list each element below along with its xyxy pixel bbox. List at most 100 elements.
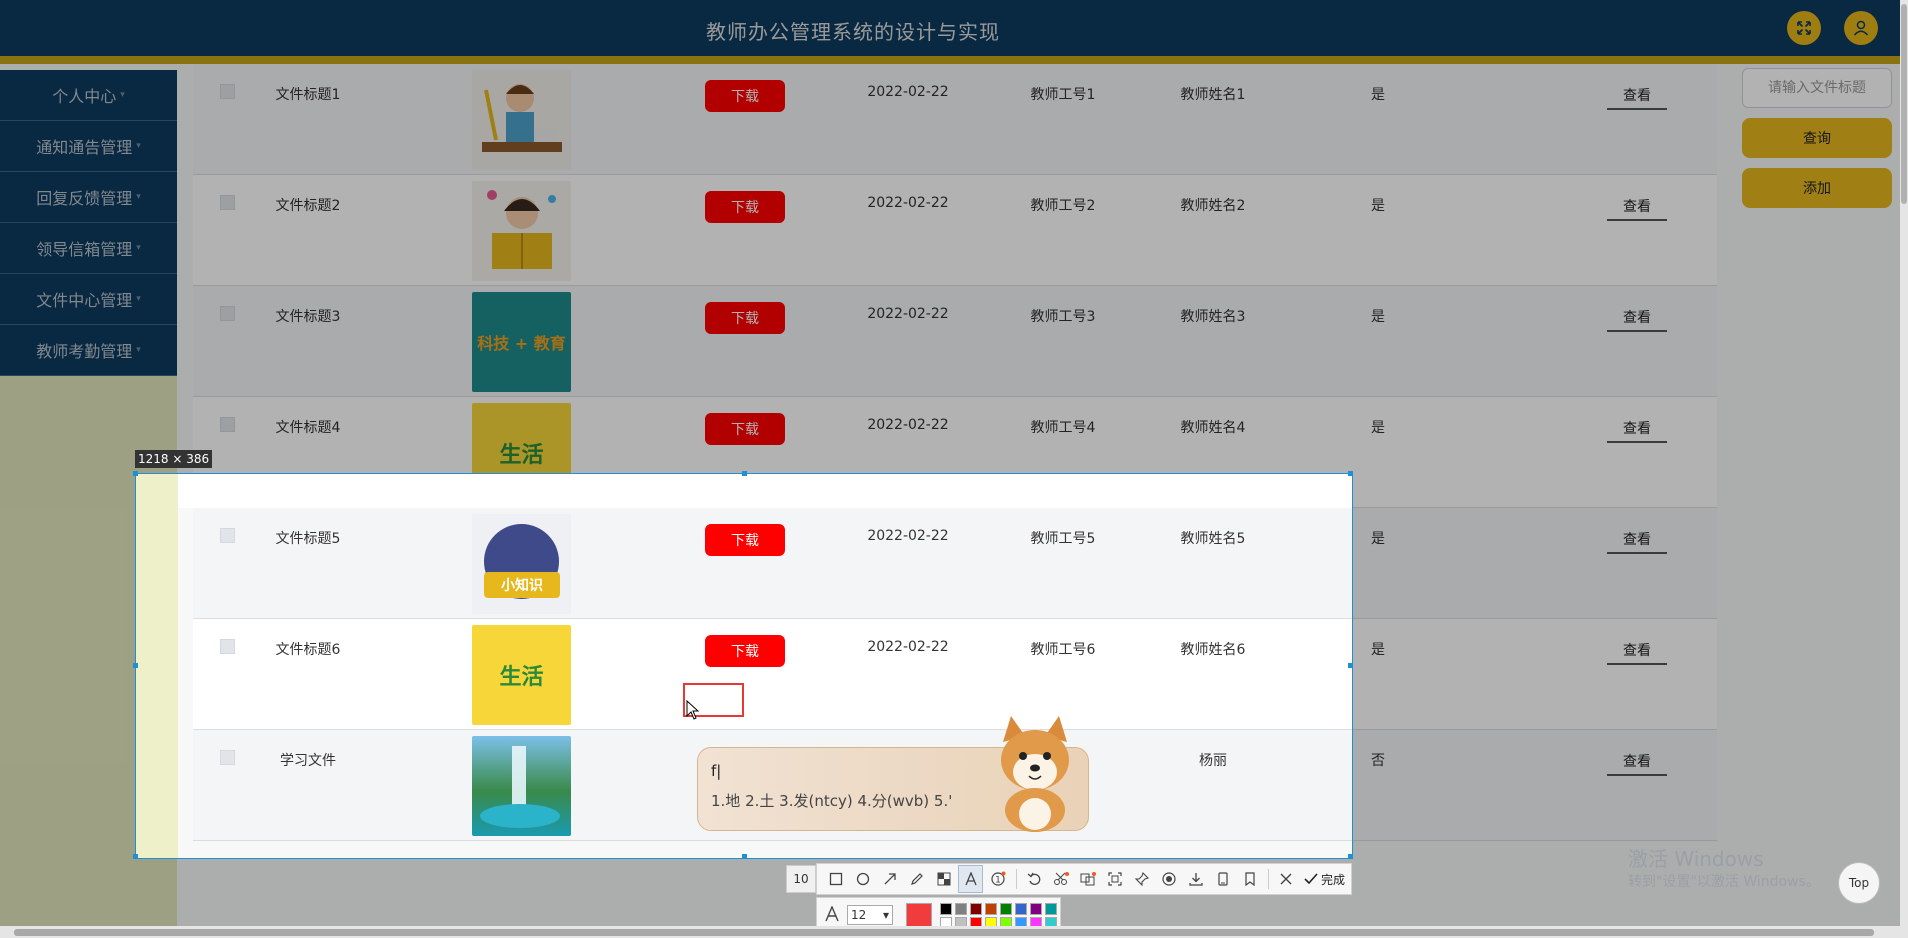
flag-value: 是: [1371, 87, 1385, 103]
file-title: 文件标题5: [275, 531, 341, 547]
row-checkbox[interactable]: [220, 528, 235, 543]
close-icon[interactable]: [1273, 865, 1298, 893]
number-marker-icon[interactable]: 1: [985, 865, 1010, 893]
user-icon[interactable]: [1844, 11, 1878, 45]
color-swatch[interactable]: [940, 903, 952, 915]
font-icon: [825, 905, 839, 926]
row-checkbox[interactable]: [220, 639, 235, 654]
teacher-id: 教师工号3: [1030, 309, 1096, 325]
rectangle-tool-icon[interactable]: [823, 865, 848, 893]
ocr-icon[interactable]: [1102, 865, 1127, 893]
query-button[interactable]: 查询: [1742, 118, 1892, 158]
mosaic-tool-icon[interactable]: [931, 865, 956, 893]
file-title: 文件标题4: [275, 420, 341, 436]
chevron-down-icon: ▾: [882, 908, 889, 922]
teacher-name: 教师姓名1: [1180, 87, 1246, 103]
view-button[interactable]: 查看: [1607, 526, 1667, 554]
file-title: 文件标题3: [275, 309, 341, 325]
vertical-scrollbar-thumb[interactable]: [1901, 4, 1907, 204]
shiba-dog-skin-icon: [985, 712, 1085, 832]
view-button[interactable]: 查看: [1607, 748, 1667, 776]
download-button[interactable]: 下载: [705, 413, 785, 445]
color-swatch[interactable]: [1015, 903, 1027, 915]
chevron-down-icon: ▾: [120, 90, 125, 100]
view-button[interactable]: 查看: [1607, 193, 1667, 221]
pin-icon[interactable]: [1129, 865, 1154, 893]
download-button[interactable]: 下载: [705, 524, 785, 556]
color-swatch[interactable]: [1030, 903, 1042, 915]
chevron-down-icon: ▾: [136, 192, 141, 202]
view-button[interactable]: 查看: [1607, 82, 1667, 110]
sidebar-item-files[interactable]: 文件中心管理 ▾: [0, 274, 177, 325]
color-swatch[interactable]: [985, 903, 997, 915]
color-swatch[interactable]: [970, 903, 982, 915]
capture-blank-band: [178, 474, 1352, 508]
file-title: 文件标题1: [275, 87, 341, 103]
row-checkbox[interactable]: [220, 750, 235, 765]
color-swatch[interactable]: [1045, 903, 1057, 915]
back-to-top-button[interactable]: Top: [1838, 862, 1880, 904]
font-size-select[interactable]: 12 ▾: [847, 905, 893, 925]
ime-candidate-list[interactable]: 1.地 2.土 3.发(ntcy) 4.分(wvb) 5.': [711, 790, 952, 811]
view-button[interactable]: 查看: [1607, 415, 1667, 443]
expand-icon[interactable]: [1787, 11, 1821, 45]
file-thumbnail: 生活: [472, 625, 571, 725]
horizontal-scrollbar-thumb[interactable]: [14, 929, 1874, 936]
file-table: 文件标题1 下载 2022-02-22 教师工号1 教师姓名1 是 查看 文件标…: [193, 64, 1717, 841]
sidebar: 个人中心 ▾ 通知通告管理 ▾ 回复反馈管理 ▾ 领导信箱管理 ▾ 文件中心管理 ▾ 教师…: [0, 70, 177, 376]
table-row: 文件标题3 科技 + 教育 下载 2022-02-22 教师工号3 教师姓名3 …: [193, 286, 1717, 397]
sidebar-item-personal-center[interactable]: 个人中心 ▾: [0, 70, 177, 121]
scissors-icon[interactable]: [1048, 865, 1073, 893]
windows-activation-subtitle: 转到"设置"以激活 Windows。: [1628, 874, 1820, 890]
row-checkbox[interactable]: [220, 84, 235, 99]
color-swatch[interactable]: [955, 903, 967, 915]
teacher-name: 教师姓名5: [1180, 531, 1246, 547]
app-title: 教师办公管理系统的设计与实现: [706, 20, 1000, 44]
capture-sidebar-strip: [136, 474, 178, 858]
download-button[interactable]: 下载: [705, 191, 785, 223]
file-thumbnail: [472, 736, 571, 836]
download-button[interactable]: 下载: [705, 302, 785, 334]
add-button[interactable]: 添加: [1742, 168, 1892, 208]
sidebar-item-mailbox[interactable]: 领导信箱管理 ▾: [0, 223, 177, 274]
view-button[interactable]: 查看: [1607, 304, 1667, 332]
resize-handle[interactable]: [1348, 854, 1353, 859]
arrow-tool-icon[interactable]: [877, 865, 902, 893]
translate-icon[interactable]: [1075, 865, 1100, 893]
undo-icon[interactable]: [1021, 865, 1046, 893]
bookmark-icon[interactable]: [1237, 865, 1262, 893]
text-tool-icon[interactable]: [958, 865, 983, 893]
download-button[interactable]: 下载: [705, 80, 785, 112]
pen-size-box[interactable]: 10: [786, 865, 816, 893]
table-row: 文件标题5 小知识 下载 2022-02-22 教师工号5 教师姓名5 是 查看: [193, 508, 1717, 619]
table-row: 文件标题6 生活 下载 2022-02-22 教师工号6 教师姓名6 是 查看: [193, 619, 1717, 730]
row-checkbox[interactable]: [220, 306, 235, 321]
sidebar-item-attendance[interactable]: 教师考勤管理 ▾: [0, 325, 177, 376]
done-button[interactable]: 完成: [1304, 871, 1345, 888]
teacher-id: 教师工号6: [1030, 642, 1096, 658]
sidebar-item-feedback[interactable]: 回复反馈管理 ▾: [0, 172, 177, 223]
search-input[interactable]: [1742, 68, 1892, 108]
phone-icon[interactable]: [1210, 865, 1235, 893]
file-thumbnail: [472, 70, 571, 170]
table-row: 文件标题2 下载 2022-02-22 教师工号2 教师姓名2 是 查看: [193, 175, 1717, 286]
ellipse-tool-icon[interactable]: [850, 865, 875, 893]
record-icon[interactable]: [1156, 865, 1181, 893]
pencil-tool-icon[interactable]: [904, 865, 929, 893]
ime-input-text: f|: [711, 762, 722, 780]
teacher-name: 教师姓名6: [1180, 642, 1246, 658]
teacher-name: 教师姓名3: [1180, 309, 1246, 325]
download-button[interactable]: 下载: [705, 635, 785, 667]
color-swatch[interactable]: [1000, 903, 1012, 915]
flag-value: 是: [1371, 420, 1385, 436]
save-icon[interactable]: [1183, 865, 1208, 893]
row-checkbox[interactable]: [220, 417, 235, 432]
file-thumbnail: 科技 + 教育: [472, 292, 571, 392]
sidebar-item-notice[interactable]: 通知通告管理 ▾: [0, 121, 177, 172]
upload-date: 2022-02-22: [867, 528, 949, 544]
view-button[interactable]: 查看: [1607, 637, 1667, 665]
resize-handle[interactable]: [742, 854, 747, 859]
chevron-down-icon: ▾: [136, 243, 141, 253]
row-checkbox[interactable]: [220, 195, 235, 210]
flag-value: 否: [1371, 753, 1385, 769]
